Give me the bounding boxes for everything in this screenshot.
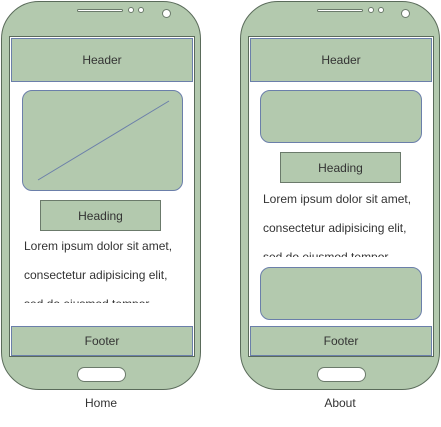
sensor-dot bbox=[368, 7, 374, 13]
paragraph-line: sed do eiusmod tempor bbox=[263, 250, 389, 257]
image-placeholder bbox=[22, 90, 183, 191]
paragraph-line: Lorem ipsum dolor sit amet, bbox=[263, 192, 412, 206]
phone-about: Header Heading Lorem ipsum dolor sit ame… bbox=[240, 1, 440, 390]
speaker-grille bbox=[77, 9, 123, 12]
heading-block: Heading bbox=[40, 200, 161, 231]
heading-block: Heading bbox=[280, 152, 401, 183]
image-placeholder-diagonal bbox=[37, 100, 170, 181]
content-block-bottom bbox=[260, 267, 422, 320]
paragraph-text: Lorem ipsum dolor sit amet, consectetur … bbox=[24, 232, 192, 303]
header-bar: Header bbox=[11, 38, 193, 82]
paragraph-line: consectetur adipisicing elit, bbox=[263, 221, 407, 235]
paragraph-line: consectetur adipisicing elit, bbox=[24, 268, 168, 282]
sensor-dot bbox=[378, 7, 384, 13]
screen-about: Header Heading Lorem ipsum dolor sit ame… bbox=[248, 36, 434, 357]
paragraph-line: Lorem ipsum dolor sit amet, bbox=[24, 239, 173, 253]
screen-caption-about: About bbox=[324, 396, 356, 410]
screen-caption-home: Home bbox=[84, 396, 117, 410]
header-bar: Header bbox=[250, 38, 432, 82]
footer-bar: Footer bbox=[250, 326, 432, 356]
content-block-top bbox=[260, 90, 422, 143]
phone-home: Header Heading Lorem ipsum dolor sit ame… bbox=[1, 1, 201, 390]
home-button bbox=[317, 367, 366, 382]
camera-dot bbox=[401, 9, 410, 18]
footer-bar: Footer bbox=[11, 326, 193, 356]
paragraph-text: Lorem ipsum dolor sit amet, consectetur … bbox=[263, 185, 431, 257]
camera-dot bbox=[162, 9, 171, 18]
sensor-dot bbox=[138, 7, 144, 13]
home-button bbox=[77, 367, 126, 382]
sensor-dot bbox=[128, 7, 134, 13]
screen-home: Header Heading Lorem ipsum dolor sit ame… bbox=[9, 36, 195, 357]
paragraph-line: sed do eiusmod tempor bbox=[24, 290, 192, 303]
speaker-grille bbox=[317, 9, 363, 12]
